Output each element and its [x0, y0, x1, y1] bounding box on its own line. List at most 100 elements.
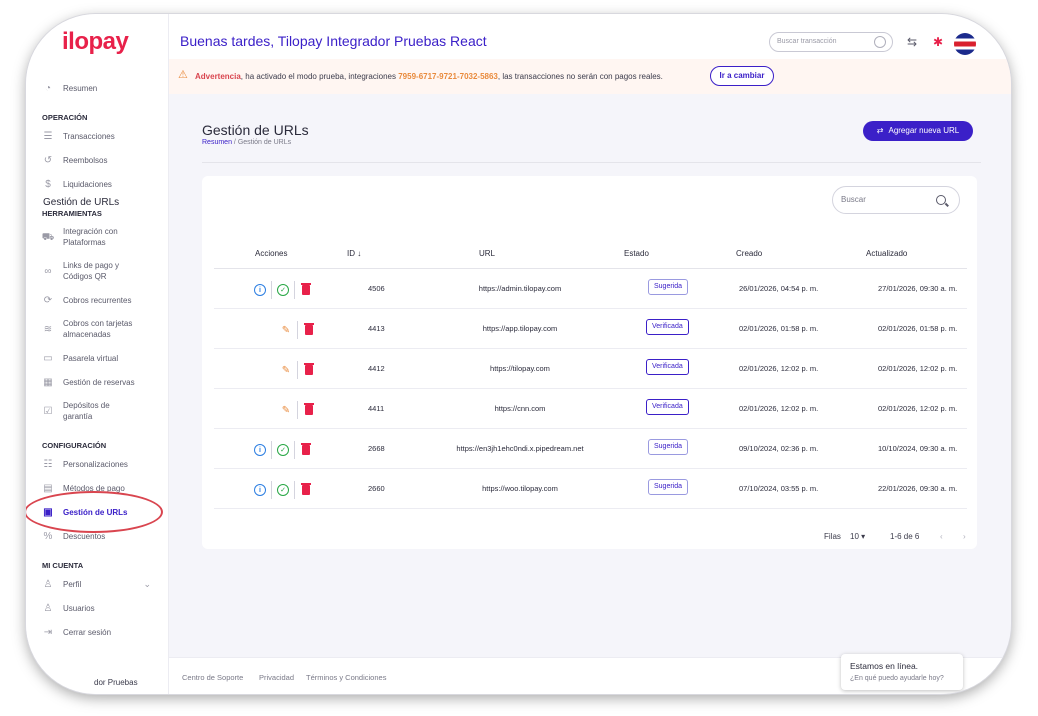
trash-shape [301, 283, 311, 295]
search-input[interactable]: Buscar [832, 186, 960, 214]
prev-page-icon[interactable]: ‹ [940, 532, 943, 541]
sidebar-item-label: Links de pago y Códigos QR [63, 261, 120, 281]
chat-widget[interactable]: Estamos en línea. ¿En qué puedo ayudarle… [841, 654, 963, 690]
search-icon [936, 195, 946, 205]
info-icon[interactable]: i [254, 484, 266, 496]
cell-created: 26/01/2026, 04:54 p. m. [739, 284, 819, 293]
table-row: ✎ 4413 https://app.tilopay.com Verificada 02… [214, 309, 967, 349]
sidebar-item-links-pago[interactable]: ∞ Links de pago y Códigos QR [26, 254, 169, 288]
swap-icon[interactable]: ⇆ [903, 33, 921, 51]
trash-icon[interactable] [303, 403, 315, 416]
sidebar-item-label: Cobros con tarjetas almacenadas [63, 319, 133, 339]
tilopay-logo[interactable]: ilopay [62, 28, 129, 56]
rows-per-page-select[interactable]: 10 ▾ [850, 532, 865, 541]
change-mode-button[interactable]: Ir a cambiar [710, 66, 774, 86]
check-circle-icon[interactable]: ✓ [277, 284, 289, 296]
sidebar-nav: ◔ Resumen OPERACIÓN ☰ Transacciones ↺ Re… [26, 76, 169, 644]
cell-updated: 02/01/2026, 12:02 p. m. [878, 404, 958, 413]
table-row: i ✓ 4506 https://admin.tilopay.com Sugerida 2… [214, 269, 967, 309]
chat-subtitle: ¿En qué puedo ayudarle hoy? [850, 675, 944, 682]
trash-icon[interactable] [303, 363, 315, 376]
sidebar-section-configuracion: CONFIGURACIÓN [42, 441, 107, 450]
pencil-icon[interactable]: ✎ [280, 324, 292, 336]
divider [202, 162, 981, 163]
sidebar-item-reembolsos[interactable]: ↺ Reembolsos [26, 148, 169, 172]
col-header-url: URL [479, 249, 496, 258]
pencil-icon[interactable]: ✎ [280, 364, 292, 376]
warning-icon: ⚠ [178, 69, 188, 81]
sidebar-item-cobros-recurrentes[interactable]: ⟳ Cobros recurrentes [26, 288, 169, 312]
add-url-button[interactable]: ⇄ Agregar nueva URL [863, 121, 973, 141]
sidebar-item-depositos[interactable]: ☑ Depósitos de garantía [26, 394, 169, 428]
sidebar-item-integracion[interactable]: ⛟ Integración con Plataformas [26, 220, 169, 254]
deposit-icon: ☑ [43, 405, 53, 417]
action-separator [271, 281, 272, 299]
dollar-icon: $ [45, 178, 51, 190]
row-actions: ✎ [280, 361, 315, 379]
sidebar-item-usuarios[interactable]: ♙ Usuarios [26, 596, 169, 620]
col-header-id[interactable]: ID ↓ [347, 249, 361, 258]
trash-icon[interactable] [300, 283, 312, 296]
col-header-creado: Creado [736, 249, 763, 258]
footer-link-terminos[interactable]: Términos y Condiciones [306, 673, 386, 682]
info-icon[interactable]: i [254, 284, 266, 296]
col-header-acciones: Acciones [255, 249, 288, 258]
calendar-icon: ▦ [43, 376, 53, 388]
breadcrumb-home-link[interactable]: Resumen [202, 139, 232, 146]
footer-link-privacidad[interactable]: Privacidad [259, 673, 294, 682]
logout-icon: ⇥ [43, 626, 53, 638]
card-icon: ▭ [43, 352, 53, 364]
sliders-icon: ☷ [43, 458, 53, 470]
status-badge: Verificada [646, 399, 689, 415]
check-circle-icon[interactable]: ✓ [277, 484, 289, 496]
trash-icon[interactable] [300, 443, 312, 456]
trash-icon[interactable] [300, 483, 312, 496]
top-bar: Buenas tardes, Tilopay Integrador Prueba… [169, 14, 1011, 59]
sidebar-item-resumen[interactable]: ◔ Resumen [26, 76, 169, 100]
trash-icon[interactable] [303, 323, 315, 336]
sidebar-item-cobros-tarjetas[interactable]: ≋ Cobros con tarjetas almacenadas [26, 312, 169, 346]
refund-icon: ↺ [43, 154, 53, 166]
check-circle-icon[interactable]: ✓ [277, 444, 289, 456]
breadcrumb-current: Gestión de URLs [237, 139, 292, 146]
cell-updated: 02/01/2026, 12:02 p. m. [878, 364, 958, 373]
row-actions: i ✓ [254, 441, 312, 459]
warning-text: Advertencia, ha activado el modo prueba,… [195, 72, 663, 81]
cell-updated: 02/01/2026, 01:58 p. m. [878, 324, 958, 333]
sidebar-item-label: Integración con Plataformas [63, 227, 118, 247]
sidebar-item-perfil[interactable]: ♙ Perfil ⌄ [26, 572, 169, 596]
action-separator [297, 321, 298, 339]
flag-icon[interactable] [954, 33, 976, 55]
sidebar-section-operacion: OPERACIÓN [42, 113, 88, 122]
sidebar-item-label: Reembolsos [63, 155, 108, 165]
transaction-search-input[interactable]: Buscar transacción [769, 32, 893, 52]
sidebar-item-pasarela[interactable]: ▭ Pasarela virtual [26, 346, 169, 370]
cell-url: https://app.tilopay.com [482, 324, 558, 333]
chevron-down-icon[interactable]: ⌄ [143, 579, 151, 590]
percent-icon: % [43, 530, 53, 542]
sidebar-item-label: Usuarios [63, 603, 95, 613]
sidebar-item-personalizaciones[interactable]: ☷ Personalizaciones [26, 452, 169, 476]
sparkle-icon[interactable]: ✱ [929, 33, 947, 51]
pencil-icon[interactable]: ✎ [280, 404, 292, 416]
sidebar-item-reservas[interactable]: ▦ Gestión de reservas [26, 370, 169, 394]
sidebar-item-cerrar-sesion[interactable]: ⇥ Cerrar sesión [26, 620, 169, 644]
sidebar-section-mi-cuenta: MI CUENTA [42, 561, 84, 570]
sidebar-item-liquidaciones[interactable]: $ Liquidaciones [26, 172, 169, 196]
row-actions: ✎ [280, 401, 315, 419]
sidebar-item-label: Cobros recurrentes [63, 295, 132, 305]
sidebar-item-label: Cerrar sesión [63, 627, 112, 637]
chat-title: Estamos en línea. [850, 661, 919, 671]
next-page-icon[interactable]: › [963, 532, 966, 541]
footer-link-soporte[interactable]: Centro de Soporte [182, 673, 243, 682]
table-row: ✎ 4412 https://tilopay.com Verificada 02/01/… [214, 349, 967, 389]
info-icon[interactable]: i [254, 444, 266, 456]
action-separator [297, 401, 298, 419]
user-icon: ♙ [43, 578, 53, 590]
trash-shape [301, 443, 311, 455]
sidebar-item-transacciones[interactable]: ☰ Transacciones [26, 124, 169, 148]
cell-created: 02/01/2026, 12:02 p. m. [739, 404, 819, 413]
status-badge: Verificada [646, 319, 689, 335]
cell-created: 02/01/2026, 12:02 p. m. [739, 364, 819, 373]
trash-shape [304, 323, 314, 335]
